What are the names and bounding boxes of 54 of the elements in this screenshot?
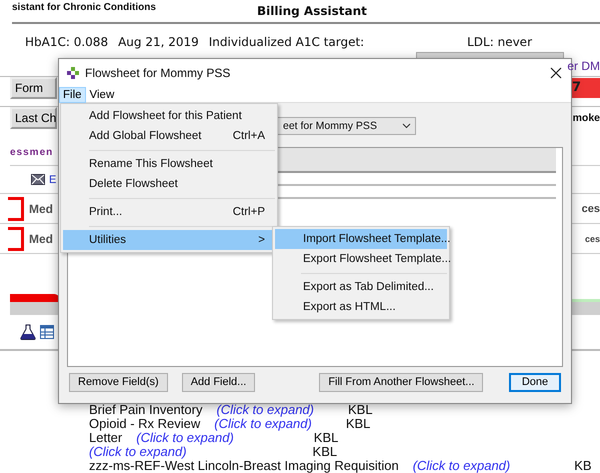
label: ces <box>584 234 600 244</box>
table-icon <box>40 325 54 339</box>
document-name: Opioid - Rx Review <box>89 417 200 431</box>
med-label: Med <box>29 232 53 246</box>
flask-icon <box>20 324 36 340</box>
menu-item[interactable]: Delete Flowsheet <box>63 174 275 194</box>
menu-bar-item[interactable]: File <box>59 87 86 103</box>
dialog-button[interactable]: Remove Field(s) <box>69 372 168 392</box>
menu-item[interactable]: Rename This Flowsheet <box>63 154 275 174</box>
email-link[interactable]: E <box>49 174 56 186</box>
author-text: KBL <box>346 417 370 431</box>
document-name: Letter <box>89 431 122 445</box>
menu-item[interactable]: Export as HTML... <box>275 297 447 317</box>
link[interactable]: er DM <box>567 59 600 73</box>
menu-item[interactable]: Utilities > <box>63 230 275 250</box>
author-text: KB <box>574 459 592 473</box>
app-icon <box>67 67 79 79</box>
med-label: Med <box>29 202 53 216</box>
envelope-icon <box>31 174 45 185</box>
author-text: KBL <box>312 445 338 459</box>
label: ces <box>582 202 600 214</box>
form-button[interactable]: Form <box>10 76 57 98</box>
ldl-text: LDL: never <box>467 35 532 49</box>
author-text: KBL <box>314 431 338 445</box>
expand-link[interactable]: (Click to expand) <box>216 403 314 417</box>
document-name: zzz-ms-REF-West Lincoln-Breast Imaging Requisition <box>89 459 399 473</box>
app-title: sistant for Chronic Conditions <box>12 2 157 12</box>
author-text: KBL <box>348 403 373 417</box>
expand-link[interactable]: (Click to expand) <box>412 459 510 473</box>
chevron-down-icon <box>402 123 411 129</box>
close-icon <box>550 67 562 79</box>
section-title: Billing Assistant <box>257 4 367 18</box>
summary-text: Aug 21, 2019 <box>118 35 199 49</box>
expand-link[interactable]: (Click to expand) <box>214 417 312 431</box>
section-heading: essmen <box>10 147 54 158</box>
last-button[interactable]: Last Ch <box>10 106 57 128</box>
menu-item[interactable]: Export as Tab Delimited... <box>275 277 447 297</box>
expand-link[interactable]: (Click to expand) <box>89 445 187 459</box>
status-bracket <box>8 226 24 250</box>
dialog-button[interactable]: Add Field... <box>182 372 256 392</box>
status-bar <box>10 294 60 302</box>
label: moke <box>572 112 600 124</box>
window-title: Flowsheet for Mommy PSS <box>85 66 230 80</box>
dialog-button[interactable]: Fill From Another Flowsheet... <box>319 372 484 392</box>
menu-item[interactable]: Print... Ctrl+P <box>63 202 275 222</box>
expand-link[interactable]: (Click to expand) <box>136 431 234 445</box>
menu-bar-item[interactable]: View <box>86 87 118 103</box>
summary-text: HbA1C: 0.088 <box>25 35 108 49</box>
document-name: Brief Pain Inventory <box>89 403 202 417</box>
alert-value: 7 <box>570 78 600 98</box>
summary-text: Individualized A1C target: <box>208 35 364 49</box>
dialog-button[interactable]: Done <box>509 372 561 392</box>
status-bracket <box>8 196 24 220</box>
menu-item[interactable]: Import Flowsheet Template... <box>275 229 447 249</box>
